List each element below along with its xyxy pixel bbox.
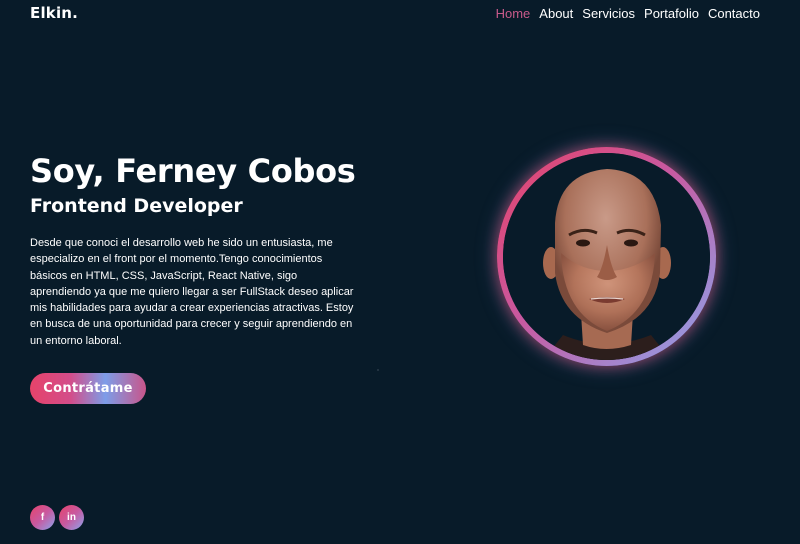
- nav-about[interactable]: About: [539, 6, 573, 21]
- linkedin-icon[interactable]: in: [59, 505, 84, 530]
- site-header: Elkin. Home About Servicios Portafolio C…: [0, 0, 800, 28]
- page: Elkin. Home About Servicios Portafolio C…: [0, 0, 800, 544]
- social-links: f in: [30, 505, 84, 530]
- hero-subtitle: Frontend Developer: [30, 195, 243, 217]
- hero-title: Soy, Ferney Cobos: [30, 152, 356, 190]
- nav-home[interactable]: Home: [496, 6, 531, 21]
- facebook-icon[interactable]: f: [30, 505, 55, 530]
- profile-photo-frame: [497, 147, 716, 366]
- nav-portafolio[interactable]: Portafolio: [644, 6, 699, 21]
- main-nav: Home About Servicios Portafolio Contacto: [496, 6, 760, 21]
- nav-contacto[interactable]: Contacto: [708, 6, 760, 21]
- hero-description: Desde que conoci el desarrollo web he si…: [30, 237, 354, 347]
- decorative-dot: [377, 369, 379, 371]
- nav-servicios[interactable]: Servicios: [582, 6, 635, 21]
- person-portrait-icon: [503, 153, 710, 360]
- profile-photo: [503, 153, 710, 360]
- logo[interactable]: Elkin.: [30, 4, 78, 22]
- hire-me-button[interactable]: Contrátame: [30, 373, 146, 404]
